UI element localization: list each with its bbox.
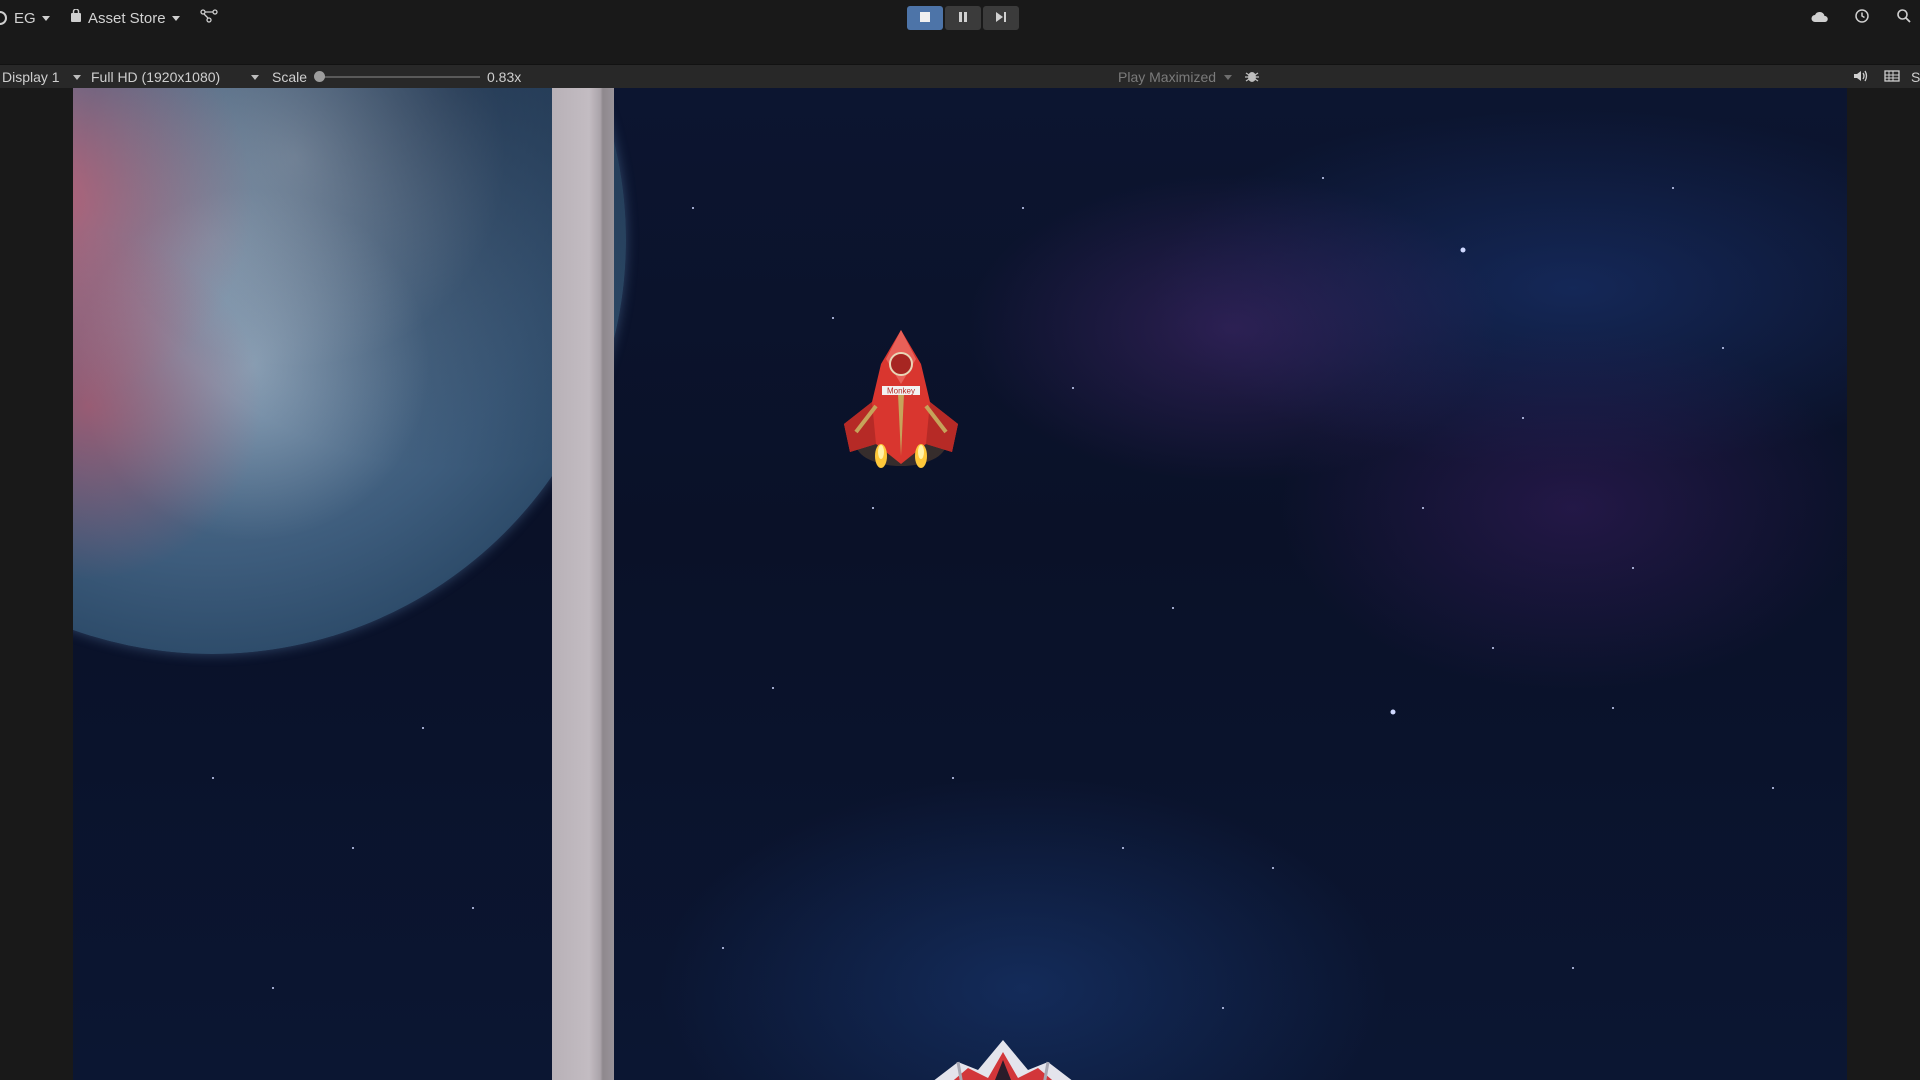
shopping-bag-icon bbox=[70, 8, 82, 27]
ship-decal-text: Monkey bbox=[887, 387, 915, 396]
debug-button[interactable] bbox=[1244, 65, 1260, 89]
stats-button[interactable] bbox=[1884, 65, 1900, 89]
resolution-dropdown[interactable]: Full HD (1920x1080) bbox=[91, 65, 220, 89]
scale-value: 0.83x bbox=[487, 69, 522, 85]
chevron-down-icon bbox=[41, 15, 50, 21]
pause-button[interactable] bbox=[945, 6, 981, 30]
asset-store-label: Asset Store bbox=[88, 9, 166, 27]
stats-icon bbox=[1884, 69, 1900, 86]
play-mode-label: Play Maximized bbox=[1118, 69, 1217, 85]
toolbar-right-icons bbox=[1810, 6, 1920, 30]
pause-icon bbox=[957, 10, 969, 27]
debug-bug-icon bbox=[1244, 68, 1260, 87]
space-background[interactable]: Monkey bbox=[73, 88, 1847, 1080]
scale-label: Scale bbox=[272, 69, 308, 85]
cloud-icon bbox=[1811, 10, 1829, 27]
scale-slider-handle[interactable] bbox=[314, 71, 325, 82]
resolution-label: Full HD (1920x1080) bbox=[91, 69, 221, 85]
chevron-down-icon bbox=[171, 15, 180, 21]
display-dropdown[interactable]: Display 1 bbox=[2, 65, 60, 89]
player-ship[interactable]: Monkey bbox=[826, 324, 976, 484]
step-icon bbox=[994, 10, 1008, 27]
search-button[interactable] bbox=[1894, 6, 1914, 30]
display-label: Display 1 bbox=[2, 69, 60, 85]
history-icon bbox=[1854, 8, 1870, 28]
divider-wall bbox=[552, 88, 614, 1080]
cloud-button[interactable] bbox=[1810, 6, 1830, 30]
version-control-icon bbox=[200, 9, 218, 27]
gizmos-button-cut[interactable]: S bbox=[1911, 65, 1920, 89]
enemy-ship[interactable] bbox=[918, 1040, 1088, 1080]
version-control-button[interactable] bbox=[200, 6, 218, 30]
chevron-down-icon bbox=[73, 75, 81, 80]
account-icon bbox=[0, 11, 8, 25]
account-label: EG bbox=[14, 9, 36, 27]
game-viewport: Monkey bbox=[0, 88, 1920, 1080]
audio-mute-button[interactable] bbox=[1853, 65, 1869, 89]
account-dropdown[interactable]: EG bbox=[0, 6, 50, 30]
search-icon bbox=[1896, 8, 1912, 28]
main-toolbar: EG Asset Store bbox=[0, 0, 1920, 64]
stop-icon bbox=[919, 10, 931, 27]
game-view-toolbar: Display 1 Full HD (1920x1080) Scale 0.83… bbox=[0, 64, 1920, 90]
history-button[interactable] bbox=[1852, 6, 1872, 30]
scale-slider-track[interactable] bbox=[318, 76, 480, 78]
audio-icon bbox=[1853, 69, 1869, 86]
chevron-down-icon bbox=[251, 75, 259, 80]
stop-button[interactable] bbox=[907, 6, 943, 30]
play-maximized-dropdown[interactable]: Play Maximized bbox=[1118, 65, 1216, 89]
chevron-down-icon bbox=[1224, 75, 1232, 80]
step-button[interactable] bbox=[983, 6, 1019, 30]
asset-store-dropdown[interactable]: Asset Store bbox=[70, 6, 180, 30]
play-controls bbox=[907, 6, 1019, 30]
